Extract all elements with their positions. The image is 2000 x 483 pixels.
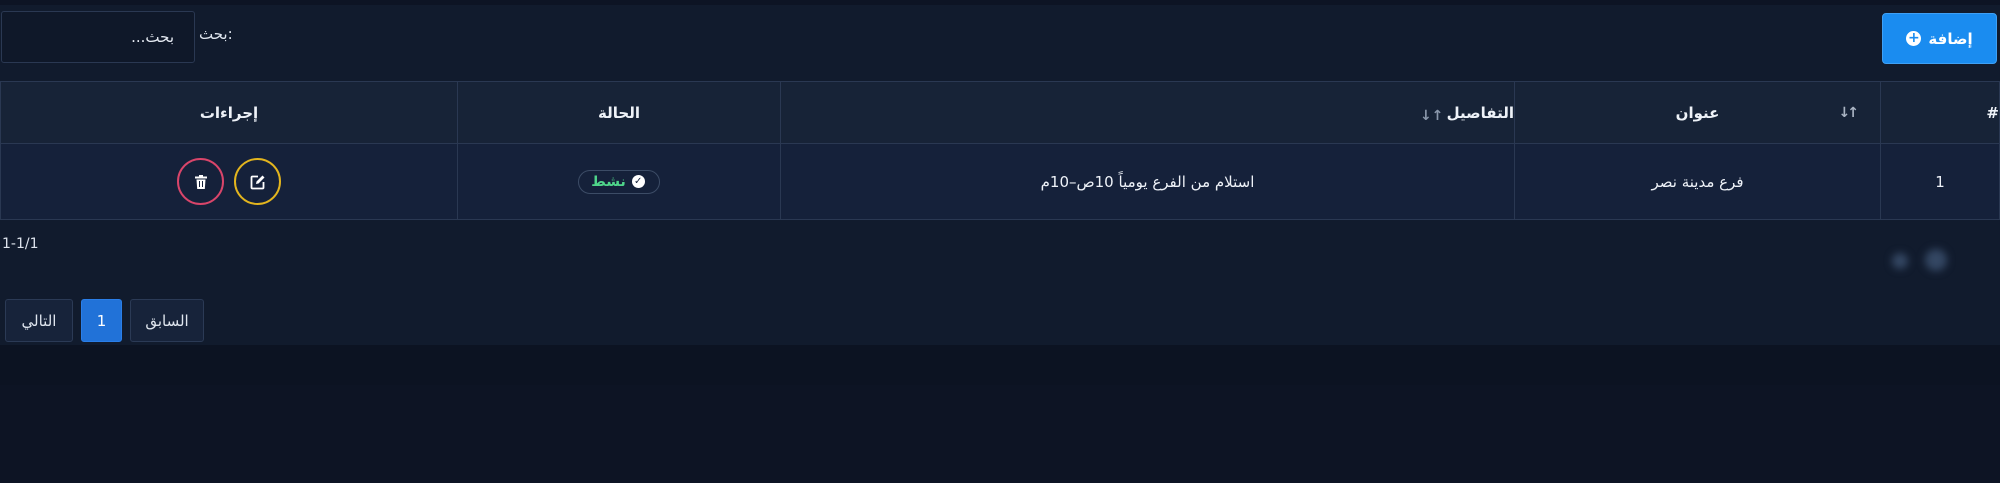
status-label: نشط <box>591 173 626 190</box>
column-header-title-label: عنوان <box>1675 103 1720 122</box>
table-row: 1 فرع مدينة نصر استلام من الفرع يومياً 1… <box>0 143 2000 220</box>
row-num: 1 <box>1880 143 2000 220</box>
row-actions-cell <box>0 143 458 220</box>
add-button-label: إضافة <box>1928 29 1973 48</box>
search-label: بحث: <box>199 25 233 43</box>
trash-icon <box>194 174 207 189</box>
sort-icon[interactable]: ↑↓ <box>1420 108 1447 124</box>
delete-button[interactable] <box>177 158 224 205</box>
column-header-num-label: # <box>1986 103 1999 122</box>
check-circle-icon: ✓ <box>631 175 645 188</box>
column-header-details-label: التفاصيل <box>1446 103 1514 122</box>
plus-circle-icon: + <box>1906 30 1922 46</box>
loading-indicator <box>1880 245 1960 275</box>
pagination-range: 1-1/1 <box>2 236 39 252</box>
sort-icon[interactable]: ↑↓ <box>1839 105 1860 121</box>
column-header-actions-label: إجراءات <box>199 103 259 122</box>
pagination-page-1[interactable]: 1 <box>81 299 122 342</box>
edit-button[interactable] <box>234 158 281 205</box>
edit-icon <box>250 175 264 189</box>
status-badge: ✓ نشط <box>578 169 660 194</box>
row-actions <box>1 158 457 205</box>
row-title: فرع مدينة نصر <box>1514 143 1881 220</box>
table-header-row: # ↑↓ عنوان التفاصيل ↑↓ الحالة إجراءات <box>0 81 2000 144</box>
add-button[interactable]: + إضافة <box>1882 13 1997 64</box>
panel-footer <box>0 345 2000 385</box>
search-input[interactable] <box>1 11 195 63</box>
column-header-actions: إجراءات <box>0 81 458 144</box>
column-header-status: الحالة <box>457 81 781 144</box>
row-status-cell: ✓ نشط <box>457 143 781 220</box>
row-details: استلام من الفرع يومياً 10ص–10م <box>780 143 1515 220</box>
pagination-next-button[interactable]: التالي <box>5 299 73 342</box>
column-header-status-label: الحالة <box>598 103 640 122</box>
data-table: # ↑↓ عنوان التفاصيل ↑↓ الحالة إجراءات 1 … <box>0 81 2000 220</box>
column-header-num: # <box>1880 81 2000 144</box>
pagination-prev-button[interactable]: السابق <box>130 299 204 342</box>
column-header-title[interactable]: ↑↓ عنوان <box>1514 81 1881 144</box>
column-header-details[interactable]: التفاصيل ↑↓ <box>780 81 1515 144</box>
